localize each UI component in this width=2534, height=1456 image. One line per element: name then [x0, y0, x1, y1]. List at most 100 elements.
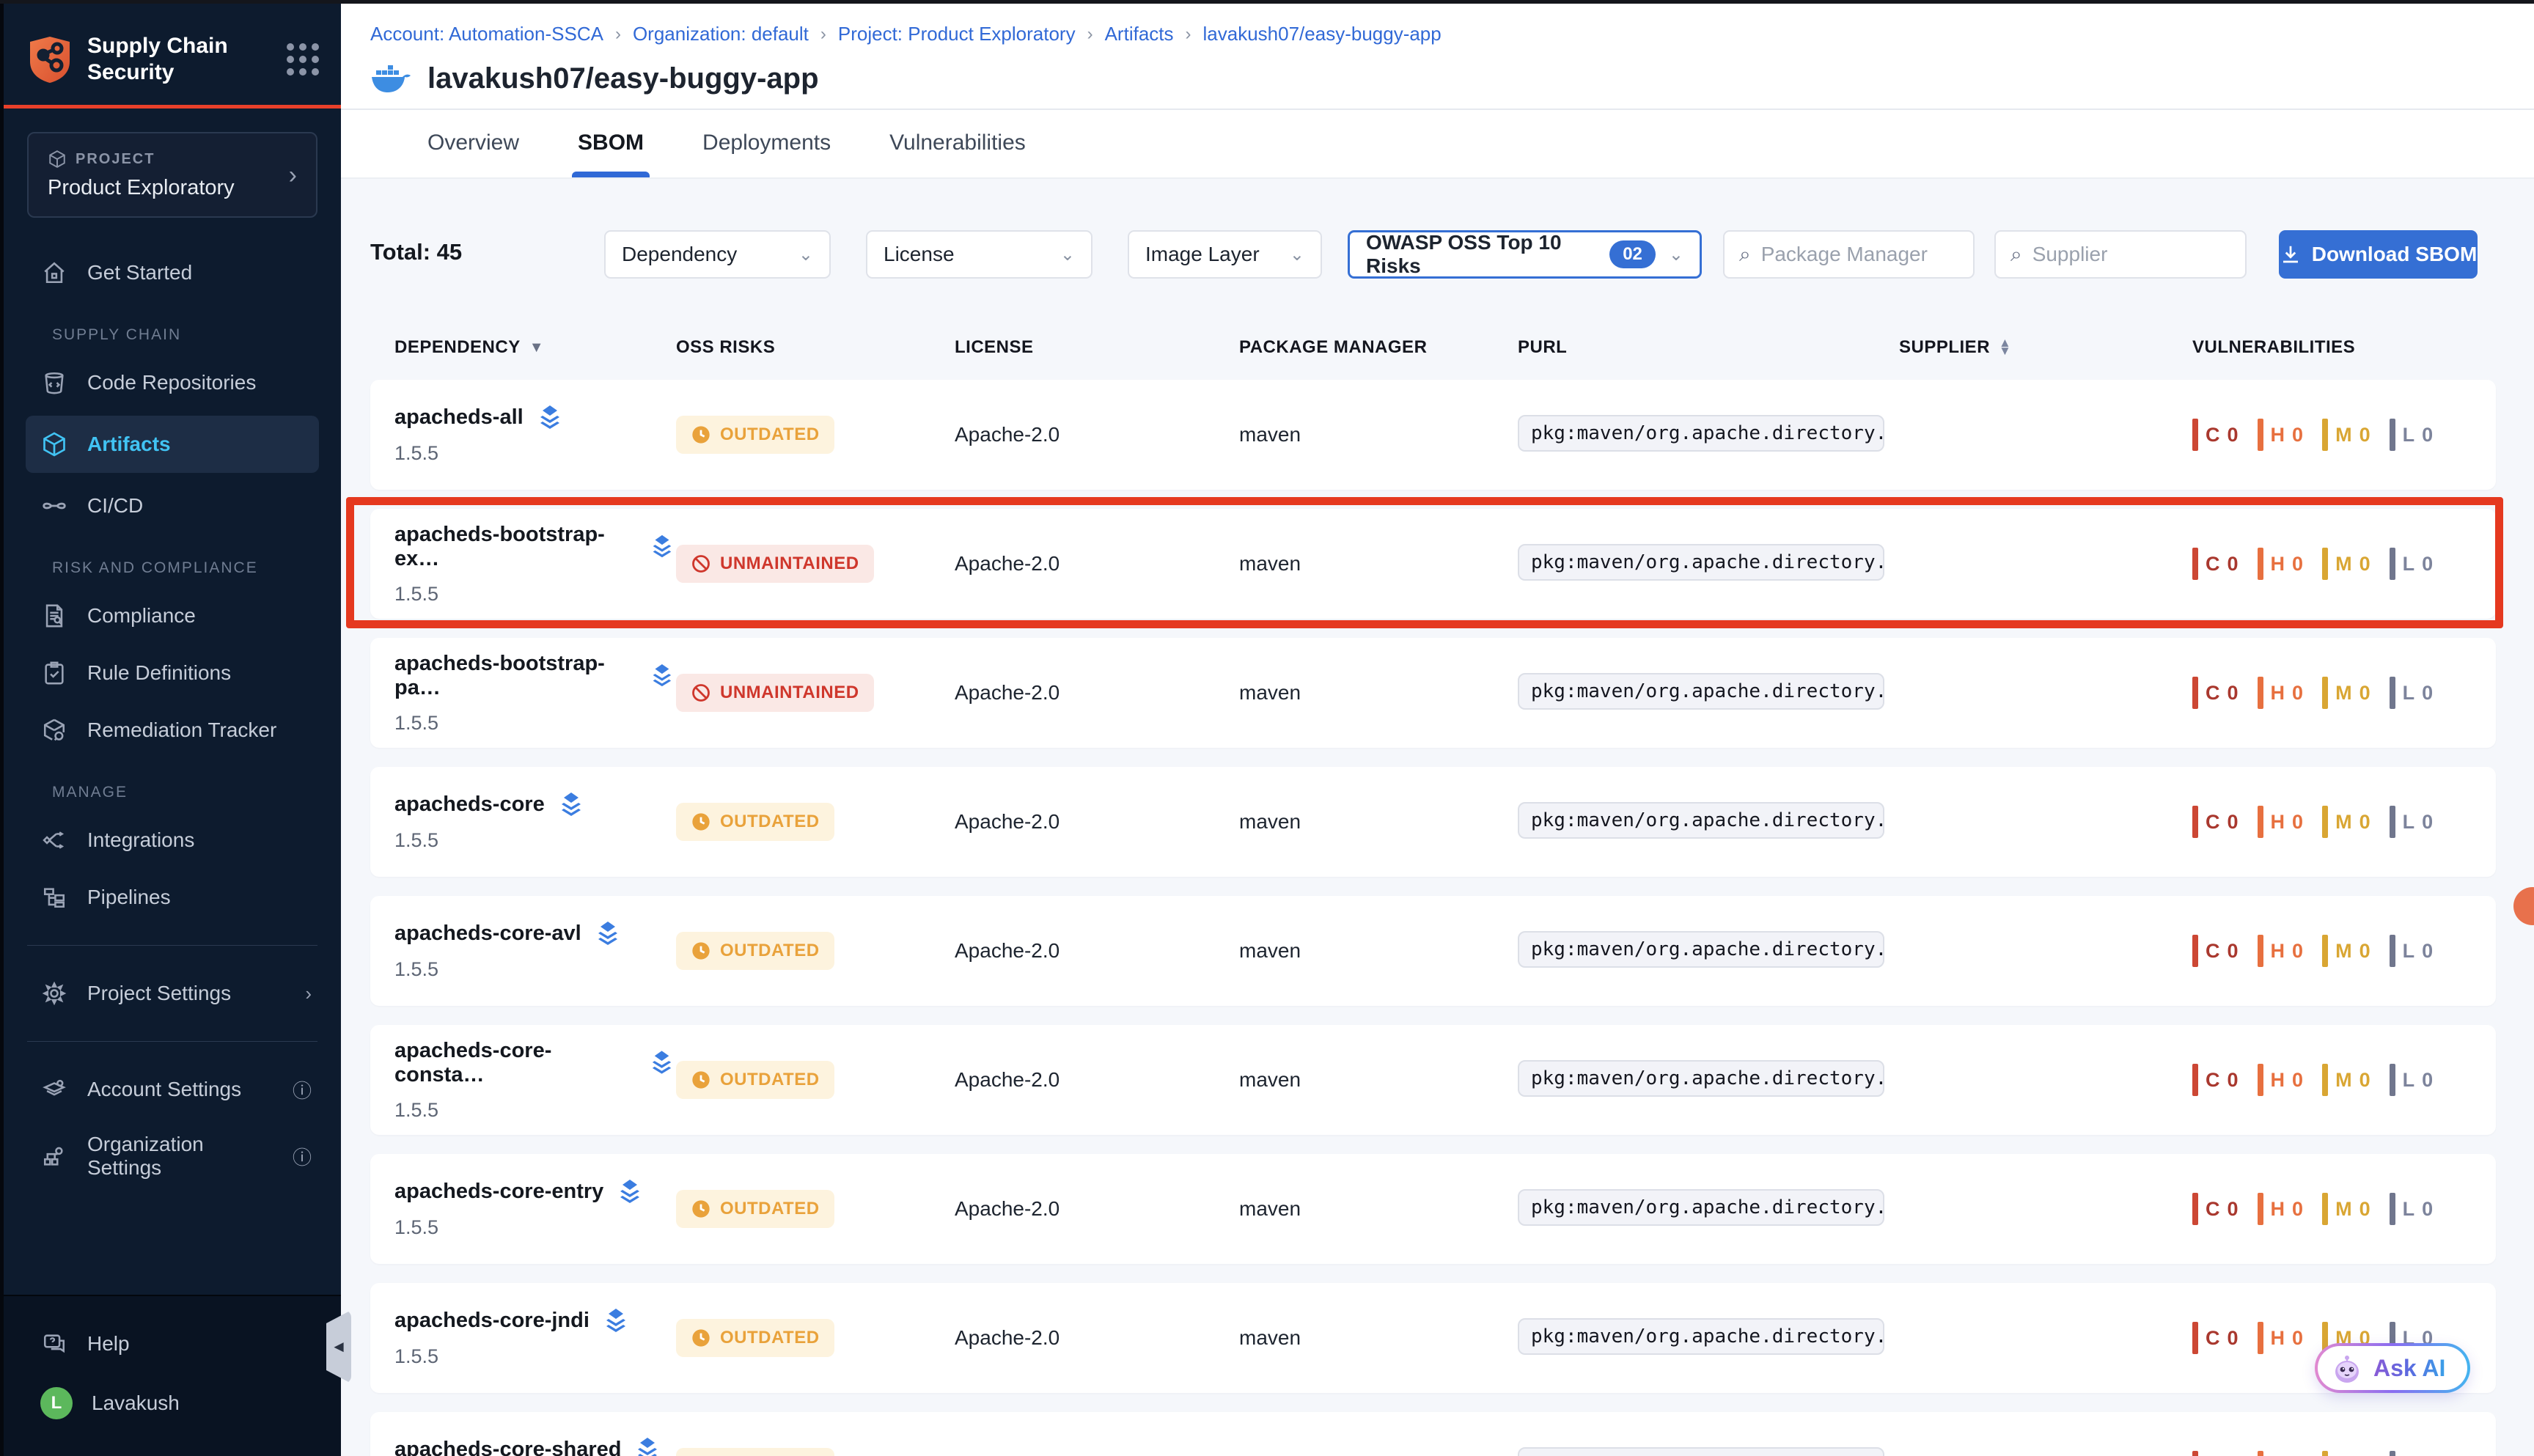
- sidebar-item-user[interactable]: L Lavakush: [4, 1372, 341, 1434]
- project-selector[interactable]: PROJECT Product Exploratory ›: [27, 132, 317, 218]
- dependency-name[interactable]: apacheds-all: [394, 405, 524, 430]
- purl-chip[interactable]: pkg:maven/org.apache.directory.s…: [1518, 802, 1884, 839]
- table-row[interactable]: apacheds-bootstrap-pa… 1.5.5: [370, 638, 2496, 748]
- app-switcher-icon[interactable]: [287, 43, 319, 76]
- sidebar-item-cicd[interactable]: CI/CD: [4, 477, 341, 534]
- oss-risk-badge: UNMAINTAINED: [676, 674, 874, 712]
- table-row[interactable]: apacheds-core-entry 1.5.5: [370, 1154, 2496, 1264]
- chevron-down-icon: ⌄: [1060, 244, 1075, 265]
- sidebar-item-pipelines[interactable]: Pipelines: [4, 869, 341, 926]
- table-row[interactable]: apacheds-core-consta… 1.5.5: [370, 1025, 2496, 1135]
- info-icon[interactable]: ⓘ: [293, 1076, 312, 1103]
- dependency-version: 1.5.5: [394, 1099, 676, 1122]
- table-row[interactable]: apacheds-bootstrap-ex… 1.5.5: [370, 509, 2496, 619]
- tab-vulnerabilities[interactable]: Vulnerabilities: [884, 110, 1032, 177]
- layers-icon[interactable]: [647, 1051, 676, 1076]
- sidebar: Supply Chain Security PROJECT Product Ex…: [0, 4, 341, 1456]
- dependency-cell: apacheds-core 1.5.5: [394, 767, 676, 877]
- dependency-filter-dropdown[interactable]: Dependency ⌄: [604, 230, 831, 279]
- breadcrumb-organization[interactable]: Organization: default: [633, 23, 809, 45]
- layers-icon[interactable]: [648, 663, 676, 688]
- dependency-name[interactable]: apacheds-bootstrap-pa…: [394, 652, 636, 700]
- info-icon[interactable]: ⓘ: [293, 1143, 312, 1170]
- vulnerabilities-cell: C0 H0 M0 L0: [2192, 935, 2496, 967]
- sidebar-item-help[interactable]: Help: [4, 1315, 341, 1372]
- purl-chip[interactable]: pkg:maven/org.apache.directory.s…: [1518, 931, 1884, 968]
- license-cell: Apache-2.0: [955, 552, 1239, 576]
- sidebar-item-label: Compliance: [87, 604, 196, 628]
- column-supplier[interactable]: SUPPLIER ▲▼: [1899, 337, 2192, 358]
- sidebar-item-label: Help: [87, 1332, 130, 1356]
- sidebar-item-integrations[interactable]: Integrations: [4, 812, 341, 869]
- layers-icon[interactable]: [535, 405, 565, 430]
- oss-risk-badge: OUTDATED: [676, 416, 834, 454]
- table-row[interactable]: apacheds-core-shared 1.5.5: [370, 1412, 2496, 1456]
- tab-deployments[interactable]: Deployments: [697, 110, 837, 177]
- license-filter-dropdown[interactable]: License ⌄: [866, 230, 1092, 279]
- purl-chip[interactable]: pkg:maven/org.apache.directory.s…: [1518, 544, 1884, 581]
- dependency-name[interactable]: apacheds-core: [394, 793, 545, 817]
- ask-ai-button[interactable]: Ask AI: [2315, 1343, 2470, 1393]
- edge-notification-dot[interactable]: [2513, 887, 2534, 925]
- sidebar-item-remediation-tracker[interactable]: Remediation Tracker: [4, 702, 341, 759]
- sidebar-item-artifacts[interactable]: Artifacts: [26, 416, 319, 473]
- table-row[interactable]: apacheds-all 1.5.5: [370, 380, 2496, 490]
- dependency-version: 1.5.5: [394, 442, 676, 465]
- purl-chip[interactable]: pkg:maven/org.apache.directory.s…: [1518, 1060, 1884, 1097]
- image-layer-filter-dropdown[interactable]: Image Layer ⌄: [1128, 230, 1322, 279]
- layers-icon[interactable]: [557, 793, 586, 817]
- layers-icon[interactable]: [601, 1309, 631, 1334]
- download-sbom-button[interactable]: Download SBOM: [2279, 230, 2478, 279]
- sidebar-item-rule-definitions[interactable]: Rule Definitions: [4, 644, 341, 702]
- purl-chip[interactable]: pkg:maven/org.apache.directory.s…: [1518, 673, 1884, 710]
- table-row[interactable]: apacheds-core-jndi 1.5.5: [370, 1283, 2496, 1393]
- purl-chip[interactable]: pkg:maven/org.apache.directory.s…: [1518, 415, 1884, 452]
- breadcrumb-artifacts[interactable]: Artifacts: [1105, 23, 1174, 45]
- sidebar-item-code-repositories[interactable]: Code Repositories: [4, 354, 341, 411]
- table-row[interactable]: apacheds-core-avl 1.5.5: [370, 896, 2496, 1006]
- sidebar-item-compliance[interactable]: Compliance: [4, 587, 341, 644]
- chevron-right-icon: ›: [1087, 24, 1093, 45]
- chevron-right-icon: ›: [615, 24, 621, 45]
- supplier-search-input[interactable]: [2032, 243, 2230, 266]
- infinity-icon: [40, 492, 68, 520]
- table-row[interactable]: apacheds-core 1.5.5: [370, 767, 2496, 877]
- dependency-name[interactable]: apacheds-core-shared: [394, 1438, 621, 1456]
- sidebar-item-account-settings[interactable]: Account Settings ⓘ: [4, 1061, 341, 1118]
- dependency-name[interactable]: apacheds-core-entry: [394, 1180, 603, 1204]
- layers-icon[interactable]: [593, 922, 623, 946]
- page-header: Account: Automation-SSCA › Organization: …: [341, 4, 2534, 110]
- search-icon: ⌕: [1739, 243, 1751, 267]
- dependency-name[interactable]: apacheds-core-avl: [394, 922, 581, 946]
- artifacts-cube-icon: [40, 430, 68, 458]
- layers-icon[interactable]: [633, 1438, 662, 1456]
- banned-icon: [691, 683, 711, 703]
- layers-icon[interactable]: [615, 1180, 644, 1205]
- breadcrumb-account[interactable]: Account: Automation-SSCA: [370, 23, 603, 45]
- dependency-name[interactable]: apacheds-core-consta…: [394, 1039, 636, 1087]
- critical-count: C0: [2192, 1451, 2239, 1456]
- tab-sbom[interactable]: SBOM: [572, 110, 650, 177]
- owasp-risks-filter-dropdown[interactable]: OWASP OSS Top 10 Risks 02 ⌄: [1348, 230, 1702, 279]
- breadcrumb-project[interactable]: Project: Product Exploratory: [838, 23, 1076, 45]
- column-dependency[interactable]: DEPENDENCY ▼: [394, 337, 676, 358]
- code-repo-icon: [40, 369, 68, 397]
- high-count: H0: [2258, 548, 2304, 580]
- purl-chip[interactable]: pkg:maven/org.apache.directory.s…: [1518, 1318, 1884, 1355]
- layers-icon[interactable]: [648, 534, 676, 559]
- purl-cell: pkg:maven/org.apache.directory.s…: [1518, 673, 1899, 713]
- dependency-name[interactable]: apacheds-bootstrap-ex…: [394, 523, 636, 571]
- supplier-search: ⌕: [1994, 230, 2247, 279]
- tab-overview[interactable]: Overview: [422, 110, 525, 177]
- purl-chip[interactable]: pkg:maven/org.apache.directory.s…: [1518, 1447, 1884, 1456]
- sidebar-item-project-settings[interactable]: Project Settings ›: [4, 965, 341, 1022]
- sidebar-item-organization-settings[interactable]: Organization Settings ⓘ: [4, 1118, 341, 1194]
- breadcrumb-current[interactable]: lavakush07/easy-buggy-app: [1203, 23, 1442, 45]
- package-manager-cell: maven: [1239, 423, 1518, 446]
- oss-risk-label: UNMAINTAINED: [720, 683, 859, 703]
- dependency-list: apacheds-all 1.5.5: [370, 380, 2496, 1456]
- package-manager-search-input[interactable]: [1761, 243, 1958, 266]
- purl-chip[interactable]: pkg:maven/org.apache.directory.s…: [1518, 1189, 1884, 1226]
- sidebar-item-get-started[interactable]: Get Started: [4, 244, 341, 301]
- dependency-name[interactable]: apacheds-core-jndi: [394, 1309, 590, 1333]
